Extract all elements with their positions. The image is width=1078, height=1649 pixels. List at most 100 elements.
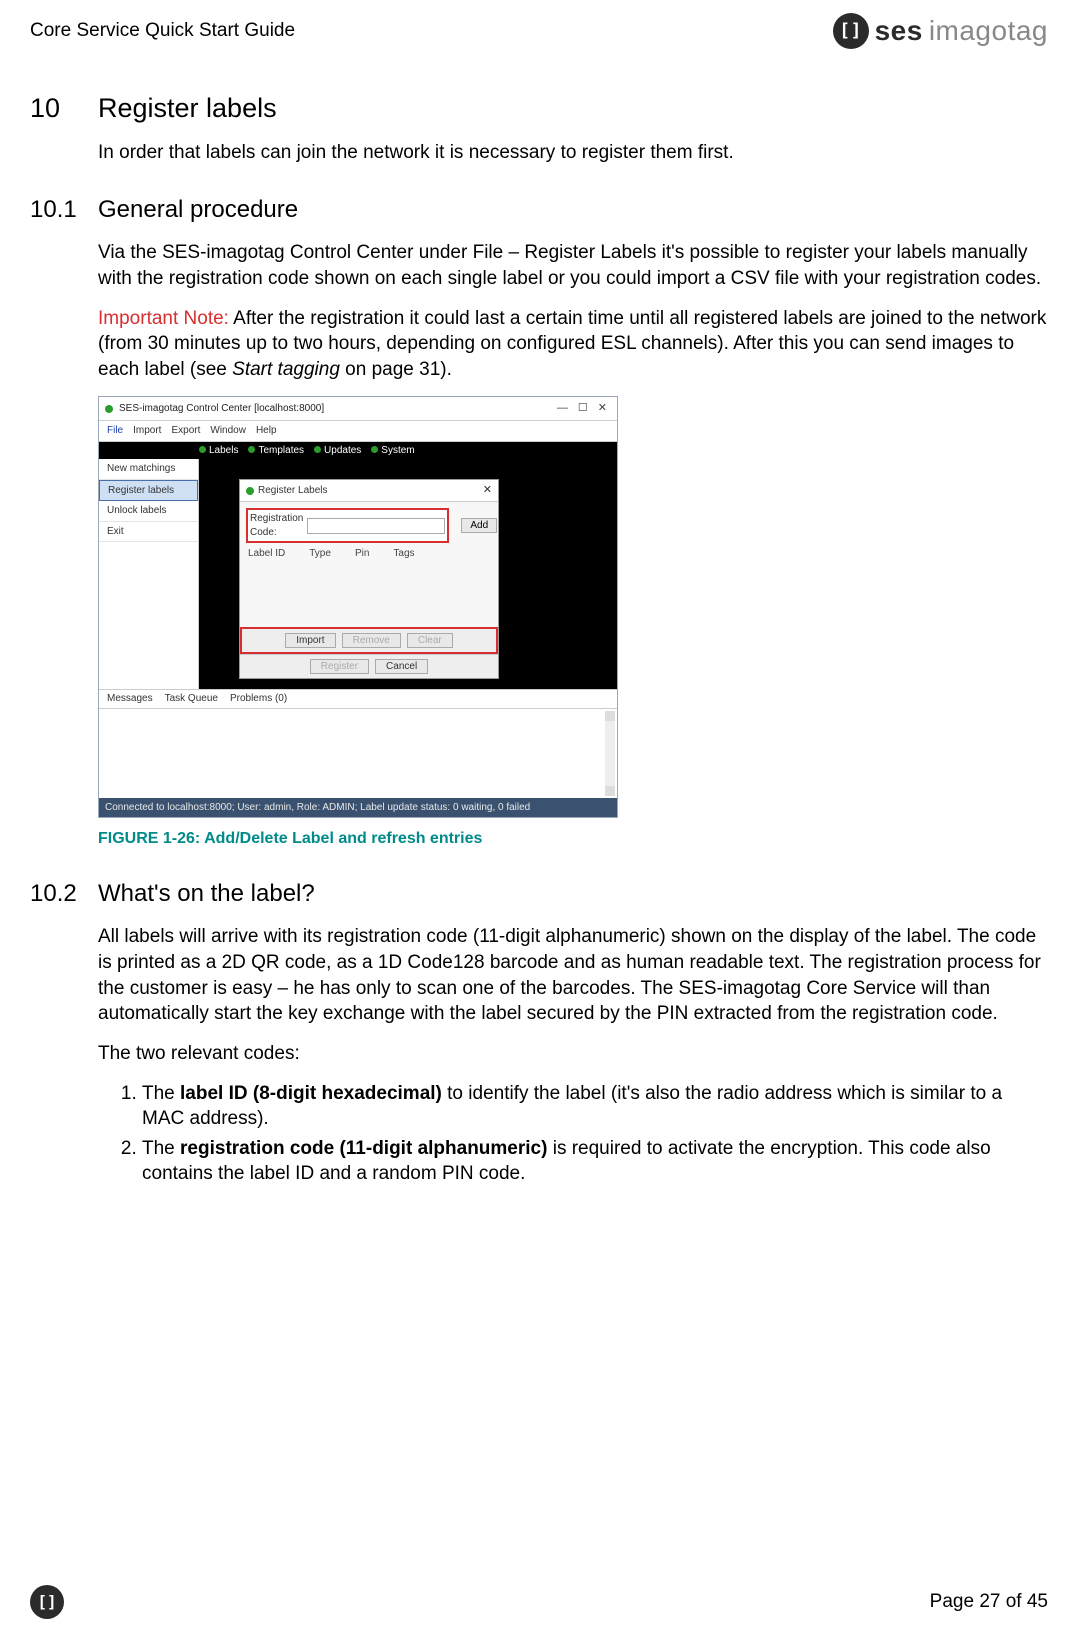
dialog-status-icon: [246, 487, 254, 495]
registration-code-input[interactable]: [307, 518, 445, 534]
section-10-1-body: Via the SES-imagotag Control Center unde…: [98, 240, 1048, 850]
clear-button[interactable]: Clear: [407, 633, 453, 648]
brand-imagotag: imagotag: [929, 12, 1048, 50]
tab-dot-icon: [371, 446, 378, 453]
dialog-table-header: Label ID Type Pin Tags: [246, 543, 492, 621]
col-pin: Pin: [355, 547, 369, 561]
col-label-id: Label ID: [248, 547, 285, 561]
section-title-10: Register labels: [98, 90, 277, 126]
tab-problems[interactable]: Problems (0): [230, 692, 287, 706]
page-footer: [] Page 27 of 45: [30, 1585, 1048, 1619]
tab-templates[interactable]: Templates: [248, 444, 304, 458]
brand-logo-block: [] sesimagotag: [833, 12, 1048, 50]
li2-bold: registration code (11-digit alphanumeric…: [180, 1138, 547, 1159]
menu-item-new-matchings[interactable]: New matchings: [99, 459, 198, 480]
tab-dot-icon: [248, 446, 255, 453]
brand-icon: []: [833, 13, 869, 49]
section-num-10-1: 10.1: [30, 194, 78, 226]
tab-dot-icon: [314, 446, 321, 453]
dialog-import-row: Import Remove Clear: [240, 627, 498, 654]
ss-bottom-tabs: Messages Task Queue Problems (0): [99, 689, 617, 708]
ss-titlebar: SES-imagotag Control Center [localhost:8…: [99, 397, 617, 421]
section-title-10-1: General procedure: [98, 194, 298, 226]
section-10-1-heading: 10.1 General procedure: [30, 194, 1048, 226]
section-num-10: 10: [30, 90, 78, 126]
add-button[interactable]: Add: [461, 518, 497, 533]
register-labels-dialog: Register Labels ✕ Registration Code: Add: [239, 479, 499, 678]
menu-export[interactable]: Export: [171, 424, 200, 438]
tab-messages[interactable]: Messages: [107, 692, 153, 706]
section-10-body: In order that labels can join the networ…: [98, 140, 1048, 166]
close-icon[interactable]: ✕: [598, 401, 607, 416]
import-button[interactable]: Import: [285, 633, 335, 648]
menu-file[interactable]: File: [107, 424, 123, 438]
menu-item-unlock-labels[interactable]: Unlock labels: [99, 501, 198, 522]
tab-updates[interactable]: Updates: [314, 444, 361, 458]
embedded-screenshot: SES-imagotag Control Center [localhost:8…: [98, 396, 618, 818]
scrollbar[interactable]: [605, 711, 615, 796]
remove-button[interactable]: Remove: [342, 633, 401, 648]
ss-window-title: SES-imagotag Control Center [localhost:8…: [119, 402, 551, 416]
section-10-2-heading: 10.2 What's on the label?: [30, 878, 1048, 910]
li1-pre: The: [142, 1083, 180, 1104]
section-10-heading: 10 Register labels: [30, 90, 1048, 126]
li2-pre: The: [142, 1138, 180, 1159]
ss-tab-bar: Labels Templates Updates System: [99, 442, 617, 460]
footer-glyph: []: [37, 1591, 56, 1613]
minimize-icon[interactable]: —: [557, 401, 568, 416]
dialog-title: Register Labels: [258, 484, 327, 498]
ss-message-area: [99, 708, 617, 798]
important-note-italic: Start tagging: [232, 359, 340, 380]
tab-task-queue[interactable]: Task Queue: [165, 692, 218, 706]
menu-window[interactable]: Window: [210, 424, 246, 438]
ss-menubar: File Import Export Window Help: [99, 421, 617, 442]
dialog-close-icon[interactable]: ✕: [483, 483, 492, 498]
col-type: Type: [309, 547, 331, 561]
menu-import[interactable]: Import: [133, 424, 161, 438]
codes-list: The label ID (8-digit hexadecimal) to id…: [142, 1081, 1048, 1188]
page-number: Page 27 of 45: [930, 1589, 1048, 1615]
section-10-intro: In order that labels can join the networ…: [98, 140, 1048, 166]
doc-title: Core Service Quick Start Guide: [30, 18, 295, 44]
tab-labels[interactable]: Labels: [199, 444, 238, 458]
important-note-label: Important Note:: [98, 308, 229, 329]
ss-main: New matchings Register labels Unlock lab…: [99, 459, 617, 689]
brand-glyph: []: [839, 19, 862, 43]
scroll-down-icon[interactable]: [605, 786, 615, 796]
figure-caption: FIGURE 1-26: Add/Delete Label and refres…: [98, 828, 1048, 850]
page-header: Core Service Quick Start Guide [] sesima…: [30, 12, 1048, 50]
registration-code-row: Registration Code: Add: [246, 508, 492, 543]
ss-window-controls: — ☐ ✕: [557, 401, 611, 416]
important-note-tail: on page 31).: [340, 359, 452, 380]
registration-code-label: Registration Code:: [250, 512, 303, 539]
brand-ses: ses: [875, 12, 923, 50]
dialog-action-row: Register Cancel: [240, 654, 498, 678]
menu-item-register-labels[interactable]: Register labels: [99, 480, 198, 502]
ss-dark-area: Register Labels ✕ Registration Code: Add: [199, 459, 617, 689]
section-10-2-p1: All labels will arrive with its registra…: [98, 924, 1048, 1027]
app-status-icon: [105, 405, 113, 413]
col-tags: Tags: [393, 547, 414, 561]
section-num-10-2: 10.2: [30, 878, 78, 910]
register-button[interactable]: Register: [310, 659, 369, 674]
maximize-icon[interactable]: ☐: [578, 401, 588, 416]
ss-file-dropdown: New matchings Register labels Unlock lab…: [99, 459, 199, 689]
tab-system[interactable]: System: [371, 444, 414, 458]
list-item: The registration code (11-digit alphanum…: [142, 1136, 1048, 1187]
section-10-1-important: Important Note: After the registration i…: [98, 306, 1048, 383]
section-10-2-body: All labels will arrive with its registra…: [98, 924, 1048, 1187]
section-10-2-p2: The two relevant codes:: [98, 1041, 1048, 1067]
cancel-button[interactable]: Cancel: [375, 659, 428, 674]
tab-dot-icon: [199, 446, 206, 453]
section-10-1-p1: Via the SES-imagotag Control Center unde…: [98, 240, 1048, 291]
dialog-body: Registration Code: Add Label ID Type Pin…: [240, 502, 498, 627]
section-title-10-2: What's on the label?: [98, 878, 315, 910]
menu-help[interactable]: Help: [256, 424, 277, 438]
li1-bold: label ID (8-digit hexadecimal): [180, 1083, 442, 1104]
scroll-up-icon[interactable]: [605, 711, 615, 721]
list-item: The label ID (8-digit hexadecimal) to id…: [142, 1081, 1048, 1132]
menu-item-exit[interactable]: Exit: [99, 522, 198, 543]
dialog-titlebar: Register Labels ✕: [240, 480, 498, 502]
ss-status-bar: Connected to localhost:8000; User: admin…: [99, 798, 617, 818]
footer-logo-icon: []: [30, 1585, 64, 1619]
